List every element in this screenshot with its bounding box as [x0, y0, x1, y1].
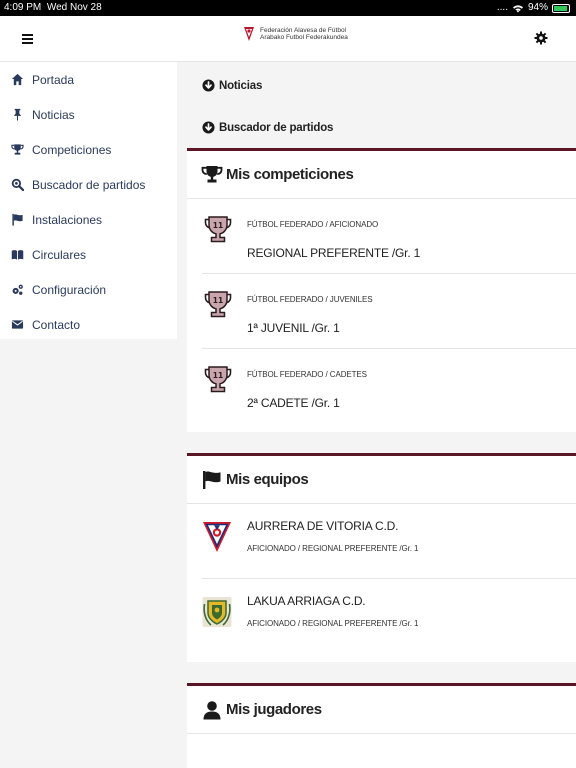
sidebar-item-contacto[interactable]: Contacto	[0, 307, 177, 342]
competition-item[interactable]: 11 FÚTBOL FEDERADO / JUVENILES 1ª JUVENI…	[202, 274, 576, 349]
aurrera-crest-icon	[203, 522, 231, 552]
link-label: Noticias	[219, 79, 263, 92]
team-category: AFICIONADO / REGIONAL PREFERENTE /Gr. 1	[247, 544, 419, 553]
trophy-number: 11	[213, 371, 223, 380]
competition-category: FÚTBOL FEDERADO / AFICIONADO	[247, 220, 379, 229]
sidebar-item-noticias[interactable]: Noticias	[0, 97, 177, 132]
user-icon	[203, 700, 221, 719]
sidebar-item-label: Portada	[32, 72, 75, 87]
sidebar-item-label: Noticias	[32, 107, 75, 122]
competition-category: FÚTBOL FEDERADO / CADETES	[247, 370, 367, 379]
competition-name: REGIONAL PREFERENTE /Gr. 1	[247, 246, 421, 260]
players-title: Mis jugadores	[226, 701, 322, 718]
search-icon	[11, 178, 24, 191]
sidebar-item-instalaciones[interactable]: Instalaciones	[0, 202, 177, 237]
arrow-down-circle-icon	[202, 121, 215, 134]
arrow-down-circle-icon	[202, 79, 215, 92]
logo-line2: Arabako Futbol Federakundea	[260, 34, 348, 41]
players-card: Mis jugadores	[187, 683, 576, 768]
team-category: AFICIONADO / REGIONAL PREFERENTE /Gr. 1	[247, 619, 419, 628]
competitions-card: Mis competiciones 11 FÚTBOL FEDERADO / A…	[187, 148, 576, 432]
competitions-header: Mis competiciones	[187, 151, 576, 199]
sidebar-empty-area	[0, 339, 177, 768]
sidebar: Portada Noticias Competiciones Buscador …	[0, 62, 177, 339]
status-bar: 4:09 PM Wed Nov 28 .... 94%	[0, 0, 576, 16]
battery-icon	[552, 3, 570, 13]
flag-icon	[203, 470, 221, 489]
sidebar-item-label: Competiciones	[32, 142, 112, 157]
app-header: Federación Alavesa de Fútbol Arabako Fut…	[0, 16, 576, 62]
federation-logo[interactable]: Federación Alavesa de Fútbol Arabako Fut…	[243, 26, 348, 42]
flag-icon	[12, 213, 23, 226]
team-name: LAKUA ARRIAGA C.D.	[247, 594, 366, 608]
link-buscador-de-partidos[interactable]: Buscador de partidos	[202, 121, 333, 134]
sidebar-item-label: Configuración	[32, 282, 107, 297]
teams-card: Mis equipos AURRERA DE VITORIA C.D. AFIC…	[187, 453, 576, 662]
trophy-badge-icon: 11	[204, 216, 232, 243]
federation-crest-icon	[244, 27, 254, 41]
book-icon	[11, 250, 24, 260]
team-name: AURRERA DE VITORIA C.D.	[247, 519, 399, 533]
lakua-crest-icon	[202, 597, 232, 627]
sidebar-item-label: Instalaciones	[32, 212, 103, 227]
trophy-badge-icon: 11	[204, 291, 232, 318]
trophy-icon	[201, 165, 223, 182]
wifi-icon	[512, 4, 523, 12]
menu-icon[interactable]	[20, 31, 36, 47]
sidebar-item-label: Contacto	[32, 317, 81, 332]
envelope-icon	[11, 320, 24, 329]
team-item[interactable]: AURRERA DE VITORIA C.D. AFICIONADO / REG…	[202, 504, 576, 579]
home-icon	[11, 73, 24, 86]
link-noticias[interactable]: Noticias	[202, 79, 262, 92]
battery-percent: 94%	[527, 2, 548, 13]
teams-header: Mis equipos	[187, 456, 576, 504]
main-content[interactable]: Noticias Buscador de partidos Mis compet…	[177, 62, 576, 768]
competition-category: FÚTBOL FEDERADO / JUVENILES	[247, 295, 373, 304]
competition-item[interactable]: 11 FÚTBOL FEDERADO / CADETES 2ª CADETE /…	[202, 349, 576, 424]
competition-item[interactable]: 11 FÚTBOL FEDERADO / AFICIONADO REGIONAL…	[202, 199, 576, 274]
pin-icon	[13, 108, 22, 121]
teams-title: Mis equipos	[226, 471, 309, 488]
trophy-badge-icon: 11	[204, 366, 232, 393]
sidebar-item-portada[interactable]: Portada	[0, 62, 177, 97]
sidebar-item-label: Circulares	[32, 247, 87, 262]
competition-name: 1ª JUVENIL /Gr. 1	[247, 321, 340, 335]
status-time-date: 4:09 PM Wed Nov 28	[4, 2, 102, 13]
link-label: Buscador de partidos	[219, 121, 334, 134]
trophy-icon	[11, 144, 24, 155]
players-header: Mis jugadores	[187, 686, 576, 734]
sidebar-item-buscador[interactable]: Buscador de partidos	[0, 167, 177, 202]
competition-name: 2ª CADETE /Gr. 1	[247, 396, 340, 410]
carrier-dots: ....	[496, 2, 508, 13]
sidebar-item-circulares[interactable]: Circulares	[0, 237, 177, 272]
sidebar-item-label: Buscador de partidos	[32, 177, 146, 192]
settings-gear-icon[interactable]	[533, 30, 549, 46]
trophy-number: 11	[213, 221, 223, 230]
competitions-title: Mis competiciones	[226, 166, 354, 183]
team-item[interactable]: LAKUA ARRIAGA C.D. AFICIONADO / REGIONAL…	[202, 579, 576, 654]
logo-line1: Federación Alavesa de Fútbol	[260, 26, 346, 34]
sidebar-item-competiciones[interactable]: Competiciones	[0, 132, 177, 167]
sidebar-item-configuracion[interactable]: Configuración	[0, 272, 177, 307]
trophy-number: 11	[213, 296, 223, 305]
gears-icon	[12, 284, 23, 295]
